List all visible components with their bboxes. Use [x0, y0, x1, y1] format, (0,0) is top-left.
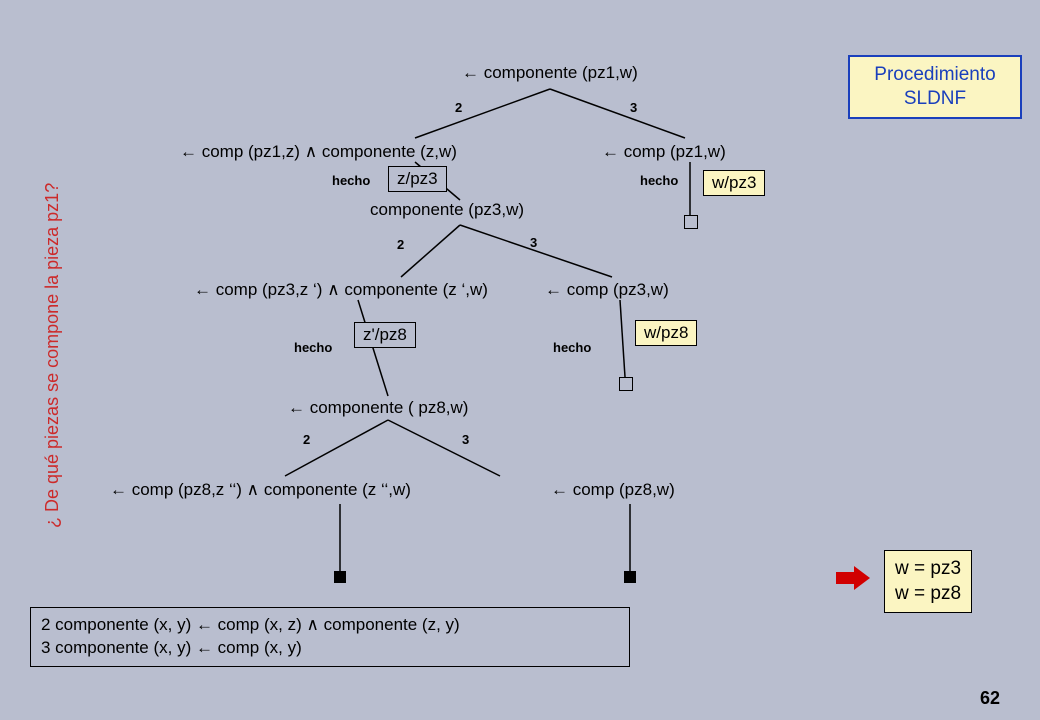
diagram-stage: Procedimiento SLDNF ¿ De qué piezas se c…: [0, 0, 1040, 720]
node-right2: ← comp (pz3,w): [545, 280, 669, 300]
leaf-closed-1: [334, 571, 346, 583]
node-right3: ← comp (pz8,w): [551, 480, 675, 500]
branch-label-2-lvl2: 2: [397, 237, 404, 252]
branch-label-3-lvl1: 3: [630, 100, 637, 115]
branch-label-3-lvl2: 3: [530, 235, 537, 250]
rules-box: 2 componente (x, y) ← comp (x, z) ∧ comp…: [30, 607, 630, 667]
result-arrow-icon: [836, 566, 872, 590]
branch-label-2-lvl3: 2: [303, 432, 310, 447]
result-line2: w = pz8: [895, 582, 961, 607]
sub-w-pz3: w/pz3: [703, 170, 765, 196]
page-number: 62: [980, 688, 1000, 709]
leaf-open-1: [684, 215, 698, 229]
node-left3: ← comp (pz8,z ‘‘) ∧ componente (z ‘‘,w): [110, 480, 411, 500]
hecho-4: hecho: [553, 340, 591, 355]
node-left1: ← comp (pz1,z) ∧ componente (z,w): [180, 142, 457, 162]
branch-label-3-lvl3: 3: [462, 432, 469, 447]
hecho-1: hecho: [332, 173, 370, 188]
result-line1: w = pz3: [895, 557, 961, 582]
sub-w-pz8: w/pz8: [635, 320, 697, 346]
hecho-3: hecho: [294, 340, 332, 355]
rule-3: 3 componente (x, y) ← comp (x, y): [41, 637, 619, 660]
leaf-open-2: [619, 377, 633, 391]
node-mid1: componente (pz3,w): [370, 200, 524, 220]
sub-z-pz3: z/pz3: [388, 166, 447, 192]
sub-zp-pz8: z'/pz8: [354, 322, 416, 348]
node-root: ← componente (pz1,w): [462, 63, 638, 83]
result-box: w = pz3 w = pz8: [884, 550, 972, 613]
node-left2: ← comp (pz3,z ‘) ∧ componente (z ‘,w): [194, 280, 488, 300]
leaf-closed-2: [624, 571, 636, 583]
branch-label-2-lvl1: 2: [455, 100, 462, 115]
rule-2: 2 componente (x, y) ← comp (x, z) ∧ comp…: [41, 614, 619, 637]
node-right1: ← comp (pz1,w): [602, 142, 726, 162]
hecho-2: hecho: [640, 173, 678, 188]
node-mid2: ← componente ( pz8,w): [288, 398, 468, 418]
